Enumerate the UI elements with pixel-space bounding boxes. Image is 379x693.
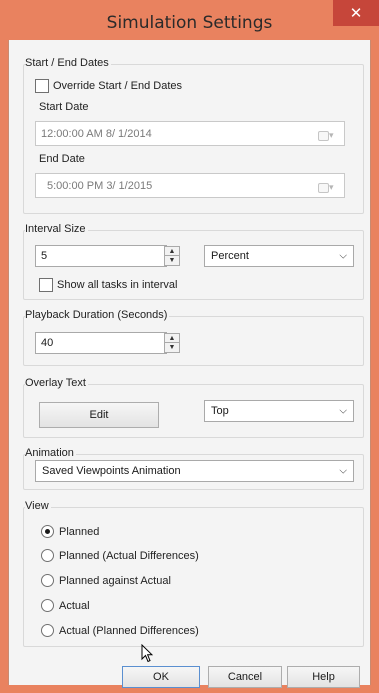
chevron-down-icon: ▾ xyxy=(329,130,334,140)
end-date-calendar-button[interactable]: ▾ xyxy=(318,181,340,194)
ok-button-label: OK xyxy=(153,671,169,683)
interval-unit-select[interactable]: Percent ⌵ xyxy=(204,245,354,267)
playback-duration-input[interactable]: 40 xyxy=(35,332,167,354)
chevron-down-icon: ▾ xyxy=(329,182,334,192)
overlay-edit-label: Edit xyxy=(89,409,109,421)
close-button[interactable]: ✕ xyxy=(333,0,379,26)
animation-value: Saved Viewpoints Animation xyxy=(42,465,181,477)
ok-button[interactable]: OK xyxy=(122,666,200,688)
start-date-field[interactable]: 12:00:00 AM 8/ 1/2014 ▾ xyxy=(35,121,345,146)
close-icon: ✕ xyxy=(349,4,363,22)
view-option-label[interactable]: Actual xyxy=(59,600,90,612)
help-button-label: Help xyxy=(312,671,335,683)
chevron-down-icon: ⌵ xyxy=(339,250,347,262)
playback-duration-label: Playback Duration (Seconds) xyxy=(25,309,170,321)
chevron-down-icon: ⌵ xyxy=(339,405,347,417)
start-date-value: 12:00:00 AM 8/ 1/2014 xyxy=(41,127,152,140)
help-button[interactable]: Help xyxy=(287,666,360,688)
start-date-label: Start Date xyxy=(39,101,89,113)
spin-up-icon[interactable]: ▲ xyxy=(165,247,179,256)
overlay-position-value: Top xyxy=(211,405,229,417)
show-all-tasks-checkbox[interactable] xyxy=(39,278,53,292)
calendar-icon xyxy=(318,130,329,141)
animation-label: Animation xyxy=(25,447,76,459)
interval-unit-value: Percent xyxy=(211,250,249,262)
interval-size-value: 5 xyxy=(41,250,48,262)
view-radio-planned[interactable] xyxy=(41,525,54,538)
animation-select[interactable]: Saved Viewpoints Animation ⌵ xyxy=(35,460,354,482)
show-all-tasks-label[interactable]: Show all tasks in interval xyxy=(57,279,177,291)
overlay-position-select[interactable]: Top ⌵ xyxy=(204,400,354,422)
dialog-title: Simulation Settings xyxy=(106,13,273,33)
mouse-cursor-icon xyxy=(141,644,153,663)
calendar-icon xyxy=(318,182,329,193)
end-date-label: End Date xyxy=(39,153,85,165)
view-option-label[interactable]: Actual (Planned Differences) xyxy=(59,625,199,637)
cancel-button-label: Cancel xyxy=(227,671,263,683)
overlay-text-label: Overlay Text xyxy=(25,377,88,389)
start-date-calendar-button[interactable]: ▾ xyxy=(318,129,340,142)
interval-size-spinner[interactable]: ▲ ▼ xyxy=(164,246,180,266)
interval-size-label: Interval Size xyxy=(25,223,88,235)
view-radio-planned-against-actual[interactable] xyxy=(41,574,54,587)
spin-up-icon[interactable]: ▲ xyxy=(165,334,179,343)
view-option-label[interactable]: Planned (Actual Differences) xyxy=(59,550,199,562)
title-bar[interactable]: Simulation Settings ✕ xyxy=(0,0,379,40)
spin-down-icon[interactable]: ▼ xyxy=(165,256,179,265)
playback-duration-value: 40 xyxy=(41,337,54,349)
cancel-button[interactable]: Cancel xyxy=(208,666,282,688)
dialog-body: Start / End Dates Override Start / End D… xyxy=(8,40,371,688)
view-radio-actual-planned-differences[interactable] xyxy=(41,624,54,637)
overlay-edit-button[interactable]: Edit xyxy=(39,402,159,428)
view-option-label[interactable]: Planned xyxy=(59,526,99,538)
override-dates-label[interactable]: Override Start / End Dates xyxy=(53,80,182,92)
start-end-dates-label: Start / End Dates xyxy=(25,57,111,69)
end-date-field[interactable]: 5:00:00 PM 3/ 1/2015 ▾ xyxy=(35,173,345,198)
end-date-value: 5:00:00 PM 3/ 1/2015 xyxy=(47,179,153,192)
simulation-settings-dialog: Simulation Settings ✕ Start / End Dates … xyxy=(0,0,379,693)
playback-duration-spinner[interactable]: ▲ ▼ xyxy=(164,333,180,353)
override-dates-checkbox[interactable] xyxy=(35,79,49,93)
view-option-label[interactable]: Planned against Actual xyxy=(59,575,171,587)
spin-down-icon[interactable]: ▼ xyxy=(165,343,179,352)
chevron-down-icon: ⌵ xyxy=(339,465,347,477)
view-label: View xyxy=(25,500,51,512)
view-radio-planned-actual-differences[interactable] xyxy=(41,549,54,562)
interval-size-input[interactable]: 5 xyxy=(35,245,167,267)
view-radio-actual[interactable] xyxy=(41,599,54,612)
